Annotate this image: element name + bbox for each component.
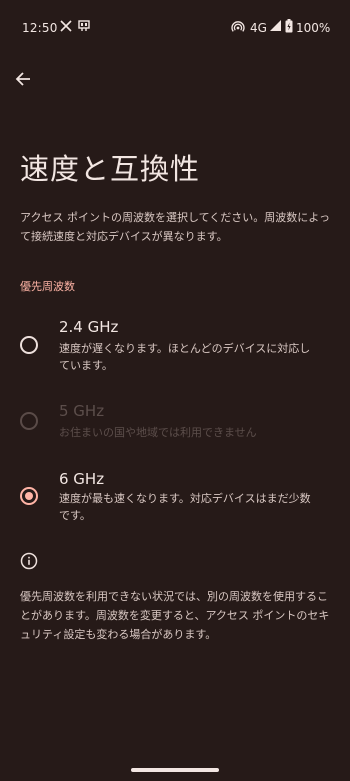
- option-description: お住まいの国や地域では利用できません: [59, 426, 257, 439]
- option-description: 速度が最も速くなります。対応デバイスはまだ少数です。: [59, 492, 311, 522]
- option-2-4ghz[interactable]: 2.4 GHz 速度が遅くなります。ほとんどのデバイスに対応しています。: [0, 308, 350, 388]
- navigation-handle[interactable]: [131, 768, 219, 772]
- signal-icon: [270, 20, 281, 31]
- info-icon: [20, 552, 38, 570]
- radio-button: [20, 412, 38, 430]
- option-description: 速度が遅くなります。ほとんどのデバイスに対応しています。: [59, 342, 311, 372]
- radio-button[interactable]: [20, 336, 38, 354]
- option-title: 2.4 GHz: [59, 318, 119, 336]
- section-header-preferred-frequency: 優先周波数: [20, 280, 75, 293]
- x-app-icon: [60, 20, 72, 32]
- network-type: 4G: [250, 21, 267, 35]
- back-button[interactable]: [10, 66, 36, 92]
- footer-note: 優先周波数を利用できない状況では、別の周波数を使用することがあります。周波数を変…: [20, 590, 330, 641]
- option-title: 5 GHz: [59, 402, 105, 420]
- status-time: 12:50: [22, 21, 58, 35]
- battery-level: 100%: [296, 21, 331, 35]
- status-bar: 12:50 4G 100%: [0, 0, 350, 56]
- notification-icon: [78, 20, 90, 31]
- hotspot-icon: [231, 21, 245, 32]
- page-title: 速度と互換性: [20, 152, 201, 186]
- battery-charging-icon: [285, 19, 293, 33]
- radio-button[interactable]: [20, 487, 38, 505]
- option-6ghz[interactable]: 6 GHz 速度が最も速くなります。対応デバイスはまだ少数です。: [0, 462, 350, 534]
- option-title: 6 GHz: [59, 470, 105, 488]
- option-5ghz: 5 GHz お住まいの国や地域では利用できません: [0, 394, 350, 454]
- arrow-left-icon: [15, 72, 30, 86]
- page-description: アクセス ポイントの周波数を選択してください。周波数によって接続速度と対応デバイ…: [20, 211, 330, 243]
